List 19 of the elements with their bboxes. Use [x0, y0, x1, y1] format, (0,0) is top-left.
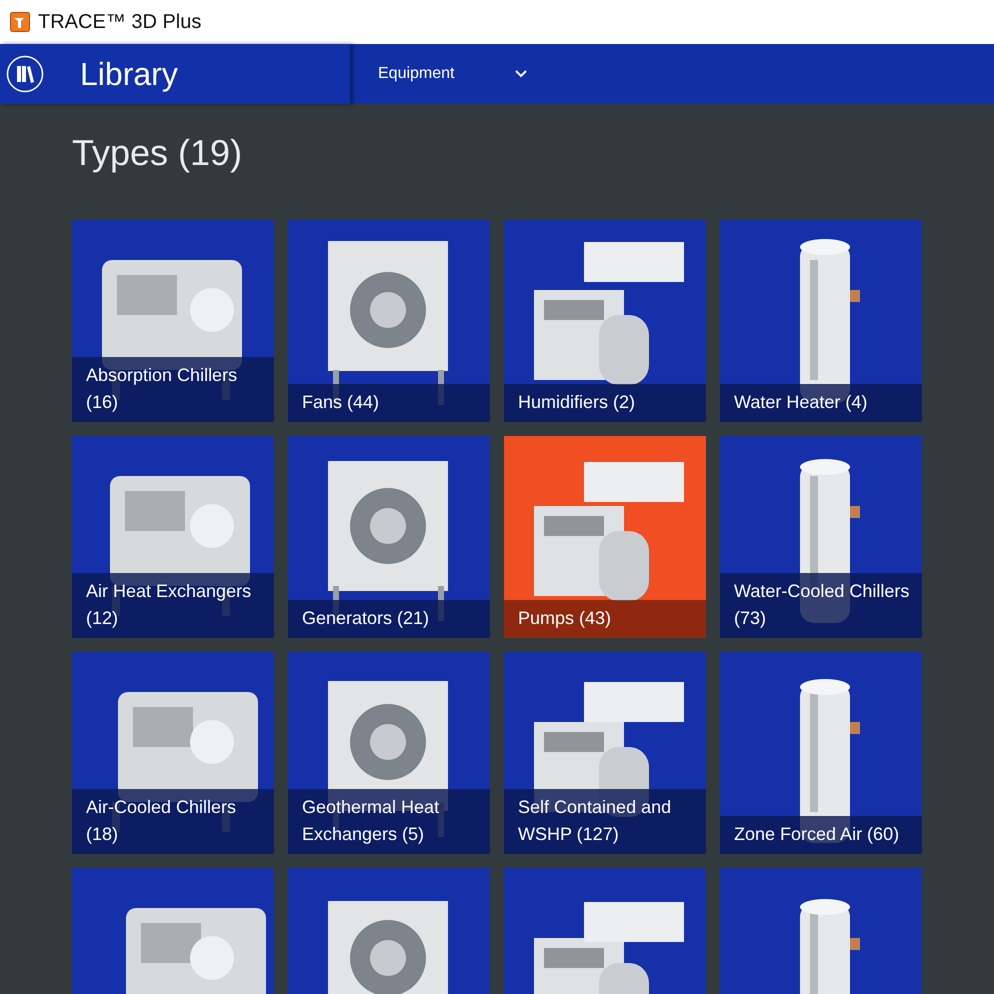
tile-caption: Humidifiers (2)	[504, 384, 706, 422]
tile-caption: Water Heater (4)	[720, 384, 922, 422]
category-dropdown[interactable]: Equipment	[376, 61, 528, 87]
tile-caption: Zone Forced Air (60)	[720, 816, 922, 854]
tile-caption: Water-Cooled Chillers (73)	[720, 573, 922, 638]
library-icon[interactable]	[6, 55, 44, 93]
app-icon	[10, 12, 30, 32]
page-title: Library	[80, 56, 178, 92]
window-title: TRACE™ 3D Plus	[38, 10, 202, 34]
section-heading: Types (19)	[72, 131, 244, 175]
tile-caption: Pumps (43)	[504, 600, 706, 638]
tile-caption: Fans (44)	[288, 384, 490, 422]
tile-caption: Generators (21)	[288, 600, 490, 638]
tile-caption: Air-Cooled Chillers (18)	[72, 789, 274, 854]
tile-caption: Geothermal Heat Exchangers (5)	[288, 789, 490, 854]
tile-caption: Air Heat Exchangers (12)	[72, 573, 274, 638]
chevron-icon	[514, 70, 526, 78]
tile-caption: Absorption Chillers (16)	[72, 357, 274, 422]
tile-caption: Self Contained and WSHP (127)	[504, 789, 706, 854]
